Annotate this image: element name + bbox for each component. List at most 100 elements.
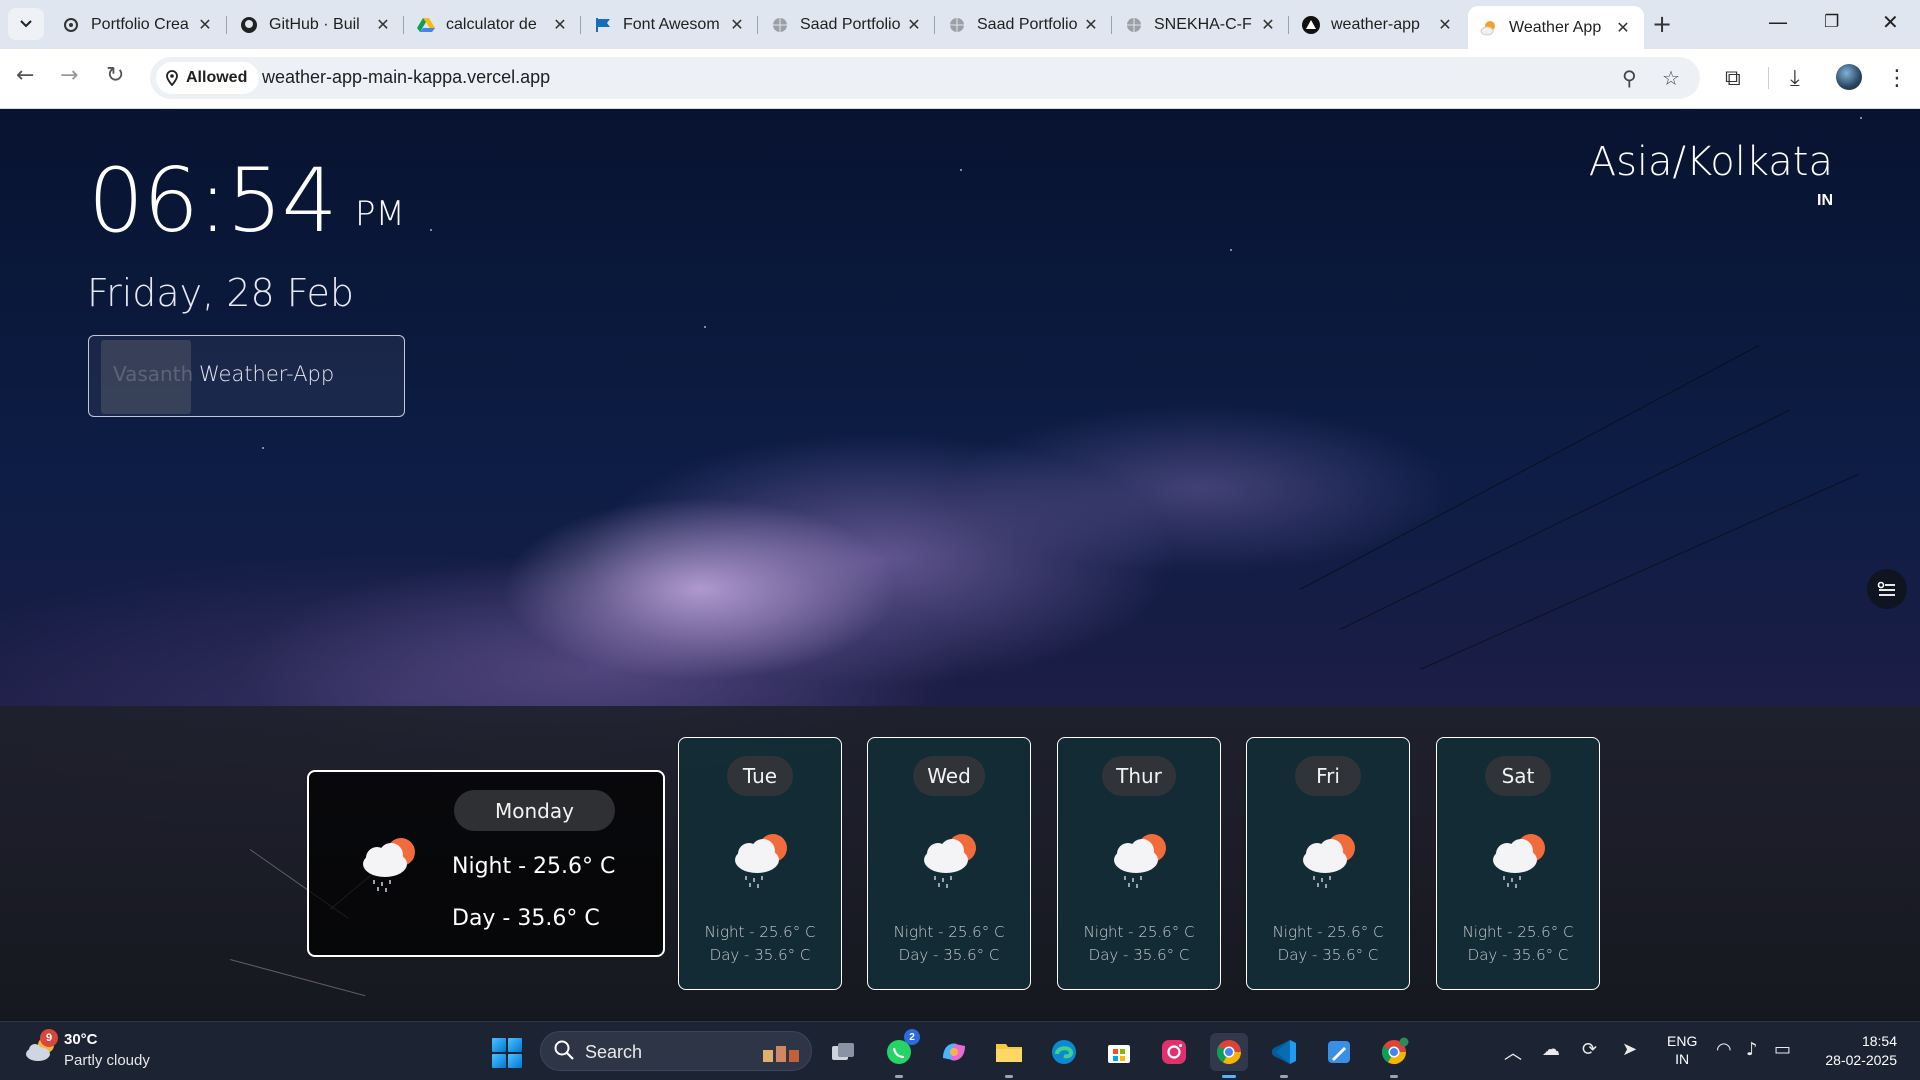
forecast-day-temp: Day - 35.6° C — [1467, 946, 1569, 964]
back-arrow-icon[interactable]: ← — [16, 63, 34, 88]
cloud-sun-rain-icon — [363, 838, 415, 892]
restore-button[interactable]: ❐ — [1824, 12, 1839, 32]
forecast-day-label: Sat — [1485, 756, 1551, 796]
cloud-sun-rain-icon — [924, 834, 976, 888]
forecast-day-temp: Day - 35.6° C — [452, 906, 600, 931]
globe-icon — [771, 16, 789, 34]
tab-font-awesome[interactable]: Font Awesom ✕ — [582, 6, 758, 43]
forecast-day-temp: Day - 35.6° C — [709, 946, 811, 964]
extensions-icon[interactable]: ⧉ — [1725, 66, 1741, 91]
brand-author: Vasanth — [113, 362, 194, 386]
chevron-down-icon — [20, 20, 32, 28]
current-date: Friday, 28 Feb — [87, 271, 355, 315]
tab-saad-portfolio-1[interactable]: Saad Portfolio ✕ — [759, 6, 935, 43]
site-permission-chip[interactable]: Allowed — [156, 62, 260, 94]
weather-badge: 9 — [40, 1029, 58, 1047]
paint-icon[interactable] — [1320, 1033, 1358, 1071]
show-hidden-icons-chevron-icon[interactable]: ︿ — [1504, 1039, 1522, 1065]
close-icon[interactable]: ✕ — [728, 15, 746, 35]
close-icon[interactable]: ✕ — [1614, 18, 1632, 38]
taskbar-search[interactable]: Search — [540, 1031, 812, 1071]
address-bar[interactable]: Allowed weather-app-main-kappa.vercel.ap… — [150, 57, 1700, 99]
location-icon[interactable]: ⚲ — [1622, 66, 1637, 90]
menu-kebab-icon[interactable]: ⋮ — [1886, 66, 1908, 91]
tab-snekha[interactable]: SNEKHA-C-F ✕ — [1113, 6, 1289, 43]
timezone-label: Asia/Kolkata — [1588, 139, 1833, 185]
forecast-day-temp: Day - 35.6° C — [898, 946, 1000, 964]
windows-start-button[interactable] — [492, 1038, 522, 1068]
close-icon[interactable]: ✕ — [374, 15, 392, 35]
tab-github[interactable]: GitHub · Buil ✕ — [228, 6, 404, 43]
download-icon[interactable]: ⤓ — [1790, 66, 1800, 91]
forecast-day-label: Monday — [454, 790, 615, 831]
new-tab-button[interactable]: + — [1652, 10, 1672, 38]
weather-temp: 30°C — [64, 1031, 98, 1048]
today-forecast-card: Monday Night - 25.6° C Day - 35.6° C — [307, 770, 665, 957]
close-icon[interactable]: ✕ — [905, 15, 923, 35]
close-icon[interactable]: ✕ — [551, 15, 569, 35]
forecast-night-temp: Night - 25.6° C — [893, 923, 1005, 941]
language-indicator[interactable]: ENG IN — [1667, 1032, 1697, 1068]
close-icon[interactable]: ✕ — [1259, 15, 1277, 35]
forecast-day-temp: Day - 35.6° C — [1277, 946, 1379, 964]
location-pin-icon — [166, 70, 178, 86]
minimize-button[interactable]: — — [1768, 10, 1788, 34]
forecast-card-thur: Thur Night - 25.6° C Day - 35.6° C — [1057, 737, 1221, 990]
close-icon[interactable]: ✕ — [1436, 15, 1454, 35]
whatsapp-icon[interactable]: 2 — [880, 1029, 920, 1078]
window-close-button[interactable]: ✕ — [1882, 10, 1899, 34]
onedrive-icon[interactable]: ☁ — [1542, 1039, 1560, 1060]
file-explorer-icon[interactable] — [990, 1033, 1028, 1078]
windows-taskbar: 9 30°C Partly cloudy Search 2 ︿ ☁ ⟳ ➤ EN… — [0, 1021, 1920, 1080]
location-arrow-icon[interactable]: ➤ — [1622, 1039, 1637, 1060]
globe-icon — [1125, 16, 1143, 34]
sidebar-toggle-button[interactable] — [1867, 569, 1907, 609]
task-view-icon[interactable] — [824, 1033, 862, 1071]
volume-icon[interactable]: ♪ — [1746, 1039, 1758, 1060]
clock-ampm: PM — [355, 194, 405, 234]
forecast-day-label: Tue — [727, 756, 793, 796]
edge-icon[interactable] — [1045, 1033, 1083, 1071]
search-highlight-icon — [763, 1046, 799, 1062]
weather-favicon — [1480, 19, 1498, 37]
forecast-day-label: Fri — [1295, 756, 1361, 796]
forecast-card-wed: Wed Night - 25.6° C Day - 35.6° C — [867, 737, 1031, 990]
cloud-sun-rain-icon — [1114, 834, 1166, 888]
cloud-sun-rain-icon — [735, 834, 787, 888]
microsoft-store-icon[interactable] — [1100, 1033, 1138, 1071]
filter-list-icon — [1877, 581, 1895, 596]
sync-icon[interactable]: ⟳ — [1582, 1039, 1597, 1060]
tab-saad-portfolio-2[interactable]: Saad Portfolio ✕ — [936, 6, 1112, 43]
tab-search-button[interactable] — [8, 8, 44, 40]
bookmark-star-icon[interactable]: ☆ — [1662, 66, 1680, 90]
search-icon — [554, 1040, 574, 1060]
chrome-icon[interactable] — [1210, 1033, 1248, 1078]
tab-portfolio[interactable]: Portfolio Crea ✕ — [50, 6, 226, 43]
instagram-icon[interactable] — [1155, 1033, 1193, 1071]
vercel-icon — [1302, 15, 1320, 34]
battery-icon[interactable]: ▭ — [1774, 1039, 1791, 1060]
brand-box: Vasanth Weather-App — [88, 335, 405, 417]
forecast-day-label: Wed — [913, 756, 985, 796]
close-icon[interactable]: ✕ — [1082, 15, 1100, 35]
forecast-night-temp: Night - 25.6° C — [1462, 923, 1574, 941]
wifi-icon[interactable]: ◠ — [1716, 1039, 1732, 1060]
github-icon — [240, 16, 258, 34]
url-text[interactable]: weather-app-main-kappa.vercel.app — [262, 67, 550, 88]
tab-weather-app[interactable]: Weather App ✕ — [1468, 6, 1644, 49]
chrome-profile-icon[interactable] — [1375, 1033, 1413, 1078]
tab-calculator[interactable]: calculator de ✕ — [405, 6, 581, 43]
forecast-night-temp: Night - 25.6° C — [1272, 923, 1384, 941]
close-icon[interactable]: ✕ — [196, 15, 214, 35]
profile-avatar[interactable] — [1836, 64, 1862, 90]
forward-arrow-icon[interactable]: → — [60, 63, 78, 88]
globe-icon — [948, 16, 966, 34]
forecast-night-temp: Night - 25.6° C — [704, 923, 816, 941]
reload-icon[interactable]: ↻ — [106, 63, 124, 88]
vscode-icon[interactable] — [1265, 1033, 1303, 1078]
country-code: IN — [1817, 192, 1833, 209]
system-clock[interactable]: 18:54 28-02-2025 — [1825, 1032, 1897, 1070]
copilot-icon[interactable] — [935, 1033, 973, 1071]
openai-icon — [62, 16, 80, 34]
tab-vercel-weather-app[interactable]: weather-app ✕ — [1290, 6, 1466, 43]
